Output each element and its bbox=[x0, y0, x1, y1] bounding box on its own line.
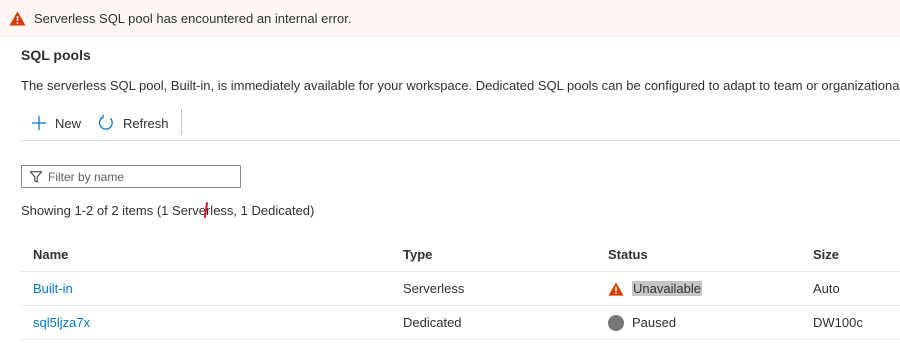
table-header-row: Name Type Status Size bbox=[21, 238, 900, 272]
refresh-button[interactable]: Refresh bbox=[97, 111, 169, 135]
items-summary: Showing 1-2 of 2 items (1 Serverless, 1 … bbox=[21, 203, 315, 218]
plus-icon bbox=[32, 116, 46, 130]
filter-icon bbox=[30, 170, 42, 183]
new-button-label: New bbox=[55, 115, 82, 131]
pool-status-label: Paused bbox=[632, 315, 677, 330]
pool-name-link[interactable]: sql5ljza7x bbox=[33, 315, 90, 330]
refresh-button-label: Refresh bbox=[123, 115, 169, 131]
sql-pools-table: Name Type Status Size Built-in Serverles… bbox=[21, 238, 900, 340]
pool-name-link[interactable]: Built-in bbox=[33, 281, 73, 296]
column-header-type[interactable]: Type bbox=[403, 238, 432, 271]
toolbar-divider bbox=[181, 109, 182, 135]
pool-size: DW100c bbox=[813, 315, 863, 330]
new-button[interactable]: New bbox=[31, 111, 81, 135]
error-banner: Serverless SQL pool has encountered an i… bbox=[0, 0, 900, 37]
column-header-status[interactable]: Status bbox=[608, 238, 648, 271]
pool-status: Paused bbox=[608, 306, 676, 339]
page-description: The serverless SQL pool, Built-in, is im… bbox=[21, 78, 900, 93]
pool-size: Auto bbox=[813, 281, 840, 296]
warning-icon bbox=[9, 11, 26, 25]
filter-input[interactable] bbox=[48, 169, 238, 184]
table-row[interactable]: sql5ljza7x Dedicated Paused DW100c bbox=[21, 306, 900, 340]
red-pen-mark bbox=[204, 202, 208, 218]
banner-message: Serverless SQL pool has encountered an i… bbox=[34, 10, 352, 26]
warning-icon bbox=[608, 281, 624, 296]
table-row[interactable]: Built-in Serverless Unavailable Auto bbox=[21, 272, 900, 306]
pool-type: Serverless bbox=[403, 281, 465, 296]
refresh-icon bbox=[99, 114, 113, 130]
pool-status: Unavailable bbox=[608, 272, 702, 305]
pool-type: Dedicated bbox=[403, 315, 462, 330]
column-header-name[interactable]: Name bbox=[33, 238, 68, 271]
filter-box[interactable] bbox=[21, 165, 241, 188]
paused-dot-icon bbox=[608, 314, 624, 331]
page-title: SQL pools bbox=[21, 47, 91, 63]
toolbar: New Refresh bbox=[21, 104, 900, 141]
pool-status-label: Unavailable bbox=[632, 281, 702, 296]
column-header-size[interactable]: Size bbox=[813, 238, 839, 271]
